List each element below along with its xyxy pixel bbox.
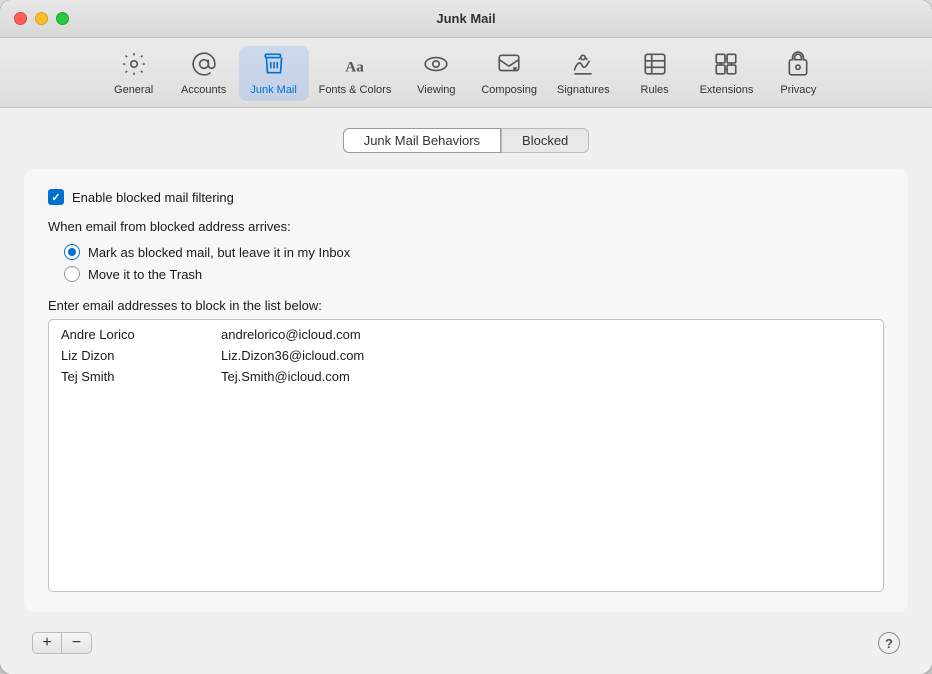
help-button[interactable]: ? <box>878 632 900 654</box>
toolbar-label-junk-mail: Junk Mail <box>250 84 296 96</box>
email-address: Tej.Smith@icloud.com <box>221 369 871 384</box>
toolbar-label-extensions: Extensions <box>700 84 754 96</box>
enable-filtering-label: Enable blocked mail filtering <box>72 190 234 205</box>
toolbar-item-composing[interactable]: Composing <box>471 46 547 101</box>
email-list-section: Enter email addresses to block in the li… <box>48 298 884 592</box>
toolbar-item-viewing[interactable]: Viewing <box>401 46 471 101</box>
junk-mail-icon <box>261 51 287 81</box>
toolbar-label-signatures: Signatures <box>557 84 610 96</box>
enable-filtering-row: ✓ Enable blocked mail filtering <box>48 189 884 205</box>
toolbar-item-fonts-colors[interactable]: Aa Fonts & Colors <box>309 46 402 101</box>
radio-row-leave-inbox: Mark as blocked mail, but leave it in my… <box>48 242 884 262</box>
toolbar-label-composing: Composing <box>481 84 537 96</box>
radio-label-leave-inbox: Mark as blocked mail, but leave it in my… <box>88 245 350 260</box>
email-list-row[interactable]: Liz DizonLiz.Dizon36@icloud.com <box>49 345 883 366</box>
maximize-button[interactable] <box>56 12 69 25</box>
add-button[interactable]: + <box>32 632 62 654</box>
traffic-lights <box>14 12 69 25</box>
toolbar: General Accounts <box>0 38 932 108</box>
toolbar-label-privacy: Privacy <box>780 84 816 96</box>
arrival-radio-group: When email from blocked address arrives:… <box>48 219 884 284</box>
window-title: Junk Mail <box>436 11 495 26</box>
minimize-button[interactable] <box>35 12 48 25</box>
radio-move-trash[interactable] <box>64 266 80 282</box>
remove-button[interactable]: − <box>62 632 92 654</box>
toolbar-label-accounts: Accounts <box>181 84 226 96</box>
enable-filtering-checkbox[interactable]: ✓ <box>48 189 64 205</box>
settings-panel: ✓ Enable blocked mail filtering When ema… <box>24 169 908 612</box>
toolbar-item-junk-mail[interactable]: Junk Mail <box>239 46 309 101</box>
email-name: Andre Lorico <box>61 327 221 342</box>
email-address: Liz.Dizon36@icloud.com <box>221 348 871 363</box>
titlebar: Junk Mail <box>0 0 932 38</box>
toolbar-label-viewing: Viewing <box>417 84 455 96</box>
email-list-row[interactable]: Andre Loricoandrelorico@icloud.com <box>49 324 883 345</box>
signatures-icon <box>570 51 596 81</box>
toolbar-item-privacy[interactable]: Privacy <box>763 46 833 101</box>
radio-row-move-trash: Move it to the Trash <box>48 264 884 284</box>
email-name: Tej Smith <box>61 369 221 384</box>
toolbar-item-accounts[interactable]: Accounts <box>169 46 239 101</box>
toolbar-item-signatures[interactable]: Signatures <box>547 46 620 101</box>
email-address: andrelorico@icloud.com <box>221 327 871 342</box>
toolbar-label-rules: Rules <box>641 84 669 96</box>
email-list-label: Enter email addresses to block in the li… <box>48 298 884 313</box>
radio-group-label: When email from blocked address arrives: <box>48 219 884 234</box>
close-button[interactable] <box>14 12 27 25</box>
radio-label-move-trash: Move it to the Trash <box>88 267 202 282</box>
toolbar-label-fonts-colors: Fonts & Colors <box>319 84 392 96</box>
svg-text:Aa: Aa <box>345 59 364 76</box>
main-window: Junk Mail General Accounts <box>0 0 932 674</box>
toolbar-item-rules[interactable]: Rules <box>620 46 690 101</box>
segmented-control: Junk Mail Behaviors Blocked <box>24 128 908 153</box>
checkmark-icon: ✓ <box>51 191 60 204</box>
toolbar-label-general: General <box>114 84 153 96</box>
gear-icon <box>121 51 147 81</box>
extensions-icon <box>713 51 739 81</box>
tab-blocked[interactable]: Blocked <box>501 128 589 153</box>
email-name: Liz Dizon <box>61 348 221 363</box>
email-list-row[interactable]: Tej SmithTej.Smith@icloud.com <box>49 366 883 387</box>
toolbar-item-general[interactable]: General <box>99 46 169 101</box>
rules-icon <box>642 51 668 81</box>
composing-icon <box>496 51 522 81</box>
add-remove-group: + − <box>32 632 92 654</box>
toolbar-item-extensions[interactable]: Extensions <box>690 46 764 101</box>
viewing-icon <box>423 51 449 81</box>
privacy-icon <box>785 51 811 81</box>
content-area: Junk Mail Behaviors Blocked ✓ Enable blo… <box>0 108 932 674</box>
radio-leave-inbox[interactable] <box>64 244 80 260</box>
email-list[interactable]: Andre Loricoandrelorico@icloud.comLiz Di… <box>48 319 884 592</box>
at-icon <box>191 51 217 81</box>
tab-junk-mail-behaviors[interactable]: Junk Mail Behaviors <box>343 128 501 153</box>
bottom-bar: + − ? <box>24 628 908 658</box>
fonts-icon: Aa <box>342 51 368 81</box>
